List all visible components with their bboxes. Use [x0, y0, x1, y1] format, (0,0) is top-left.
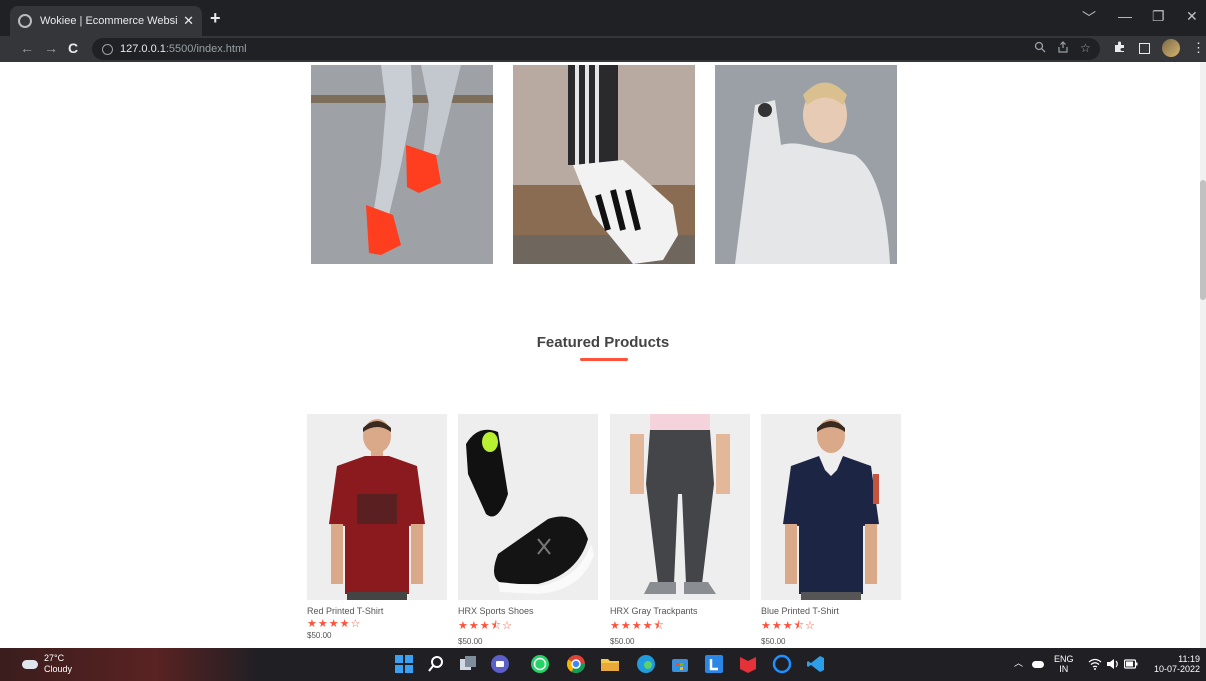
tab-title: Wokiee | Ecommerce Website de	[40, 15, 178, 27]
product-image[interactable]	[307, 414, 447, 600]
product-image[interactable]	[610, 414, 750, 600]
product-price: $50.00	[610, 637, 635, 646]
weather-widget[interactable]: 27°C Cloudy	[22, 653, 72, 675]
forward-button[interactable]: →	[44, 40, 58, 56]
section-title: Featured Products	[536, 334, 670, 351]
product-price: $50.00	[458, 637, 483, 646]
category-image-hoodie-woman[interactable]	[715, 65, 897, 264]
rating-stars: ★★★★☆	[307, 618, 362, 630]
share-icon[interactable]	[1057, 41, 1069, 53]
new-tab-button[interactable]: +	[210, 8, 221, 29]
category-image-adidas-shoe[interactable]	[513, 65, 695, 264]
category-image-sneakers[interactable]	[311, 65, 493, 264]
volume-icon[interactable]	[1106, 658, 1120, 670]
product-card[interactable]: Blue Printed T-Shirt ★★★⯪☆ $50.00	[761, 414, 901, 646]
close-tab-icon[interactable]: ✕	[183, 13, 194, 29]
file-explorer-icon[interactable]	[600, 654, 620, 674]
browser-tab-bar: Wokiee | Ecommerce Website de ✕ + ﹀ — ❐ …	[0, 0, 1206, 36]
globe-icon	[18, 14, 32, 28]
menu-icon[interactable]: ⋮	[1192, 40, 1205, 56]
weather-condition: Cloudy	[44, 664, 73, 674]
back-button[interactable]: ←	[20, 40, 34, 56]
teams-icon[interactable]	[490, 654, 510, 674]
vscode-icon[interactable]	[806, 654, 826, 674]
web-page: Featured Products Red Printed T-Shirt ★★…	[0, 62, 1200, 648]
taskbar: 27°C Cloudy ︿ ENG IN 11:19 10-07-2022	[0, 648, 1206, 681]
page-scrollbar[interactable]	[1200, 62, 1206, 648]
product-price: $50.00	[761, 637, 786, 646]
product-image[interactable]	[458, 414, 598, 600]
l-app-icon[interactable]	[704, 654, 724, 674]
language-indicator[interactable]: ENG IN	[1054, 654, 1074, 674]
close-window-button[interactable]: ✕	[1186, 8, 1198, 25]
mcafee-icon[interactable]	[738, 654, 758, 674]
clock[interactable]: 11:19 10-07-2022	[1148, 654, 1200, 674]
edge-icon[interactable]	[636, 654, 656, 674]
whatsapp-icon[interactable]	[530, 654, 550, 674]
rating-stars: ★★★⯪☆	[761, 620, 816, 632]
cloud-icon	[22, 659, 38, 669]
side-panel-icon[interactable]	[1139, 43, 1150, 54]
battery-icon[interactable]	[1124, 659, 1138, 669]
product-name[interactable]: Blue Printed T-Shirt	[761, 606, 901, 616]
browser-tab[interactable]: Wokiee | Ecommerce Website de ✕	[10, 6, 202, 36]
rating-stars: ★★★⯪☆	[458, 620, 513, 632]
wifi-icon[interactable]	[1088, 658, 1102, 670]
avatar[interactable]	[1162, 39, 1180, 57]
onedrive-icon[interactable]	[1032, 661, 1044, 668]
url-host: 127.0.0.1	[120, 43, 166, 55]
product-name[interactable]: HRX Sports Shoes	[458, 606, 598, 616]
search-icon[interactable]	[426, 654, 446, 674]
zoom-icon[interactable]	[1034, 41, 1046, 53]
rating-stars: ★★★★⯪	[610, 620, 665, 632]
scrollbar-thumb[interactable]	[1200, 180, 1206, 300]
url-path: :5500/index.html	[165, 43, 247, 55]
temperature: 27°C	[44, 653, 65, 663]
chrome-icon[interactable]	[566, 654, 586, 674]
site-info-icon[interactable]	[102, 43, 113, 55]
start-icon[interactable]	[394, 654, 414, 674]
maximize-button[interactable]: ❐	[1152, 8, 1165, 25]
address-bar[interactable]: 127.0.0.1 :5500/index.html	[92, 38, 1100, 60]
tab-search-icon[interactable]: ﹀	[1082, 8, 1096, 28]
browser-toolbar: ← → C 127.0.0.1 :5500/index.html ☆ ⋮	[0, 36, 1206, 62]
title-underline	[580, 358, 628, 361]
reload-button[interactable]: C	[68, 40, 78, 56]
product-card[interactable]: Red Printed T-Shirt ★★★★☆ $50.00	[307, 414, 447, 640]
extensions-icon[interactable]	[1113, 40, 1126, 53]
task-view-icon[interactable]	[458, 654, 478, 674]
product-image[interactable]	[761, 414, 901, 600]
minimize-button[interactable]: —	[1118, 8, 1132, 24]
cortana-icon[interactable]	[772, 654, 792, 674]
bookmark-star-icon[interactable]: ☆	[1080, 41, 1091, 55]
store-icon[interactable]	[670, 654, 690, 674]
product-card[interactable]: HRX Sports Shoes ★★★⯪☆ $50.00	[458, 414, 598, 646]
product-name[interactable]: HRX Gray Trackpants	[610, 606, 750, 616]
product-price: $50.00	[307, 631, 332, 640]
product-name[interactable]: Red Printed T-Shirt	[307, 606, 447, 616]
chevron-up-icon[interactable]: ︿	[1014, 658, 1023, 668]
product-card[interactable]: HRX Gray Trackpants ★★★★⯪ $50.00	[610, 414, 750, 646]
